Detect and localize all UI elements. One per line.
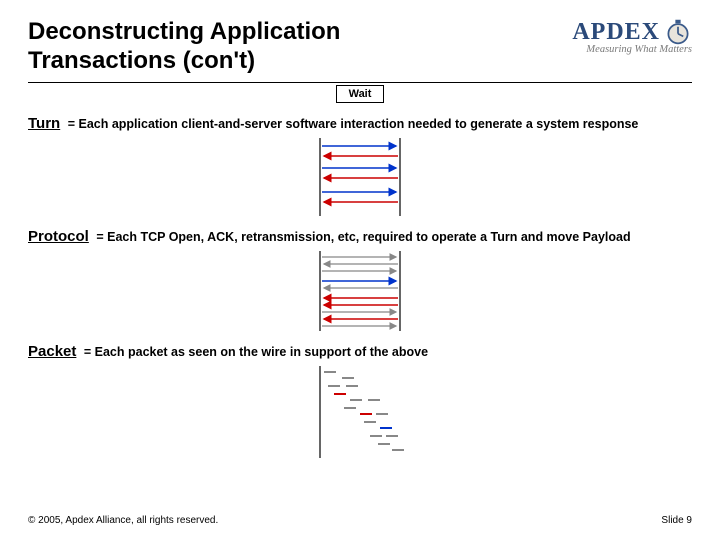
protocol-term: Protocol — [28, 228, 89, 245]
protocol-line: Protocol = Each TCP Open, ACK, retransmi… — [28, 228, 692, 245]
logo-tagline: Measuring What Matters — [492, 44, 692, 55]
packet-term: Packet — [28, 343, 76, 360]
wait-label: Wait — [336, 85, 385, 103]
apdex-logo: APDEX Measuring What Matters — [492, 18, 692, 55]
protocol-diagram — [300, 251, 420, 331]
stopwatch-icon — [664, 18, 692, 46]
divider — [28, 82, 692, 83]
section-turn: Turn = Each application client-and-serve… — [28, 115, 692, 216]
turn-diagram — [300, 138, 420, 216]
protocol-def: = Each TCP Open, ACK, retransmission, et… — [96, 230, 630, 244]
slide-number: Slide 9 — [661, 515, 692, 526]
section-packet: Packet = Each packet as seen on the wire… — [28, 343, 692, 458]
slide: Deconstructing Application Transactions … — [0, 0, 720, 540]
logo-text: APDEX — [572, 19, 660, 46]
wait-wrap: Wait — [28, 85, 692, 103]
section-protocol: Protocol = Each TCP Open, ACK, retransmi… — [28, 228, 692, 331]
copyright: © 2005, Apdex Alliance, all rights reser… — [28, 515, 218, 526]
packet-line: Packet = Each packet as seen on the wire… — [28, 343, 692, 360]
turn-def: = Each application client-and-server sof… — [68, 117, 639, 131]
packet-def: = Each packet as seen on the wire in sup… — [84, 345, 428, 359]
turn-term: Turn — [28, 115, 60, 132]
header: Deconstructing Application Transactions … — [28, 18, 692, 76]
turn-line: Turn = Each application client-and-serve… — [28, 115, 692, 132]
packet-diagram — [290, 366, 430, 458]
footer: © 2005, Apdex Alliance, all rights reser… — [28, 515, 692, 526]
page-title: Deconstructing Application Transactions … — [28, 18, 492, 76]
